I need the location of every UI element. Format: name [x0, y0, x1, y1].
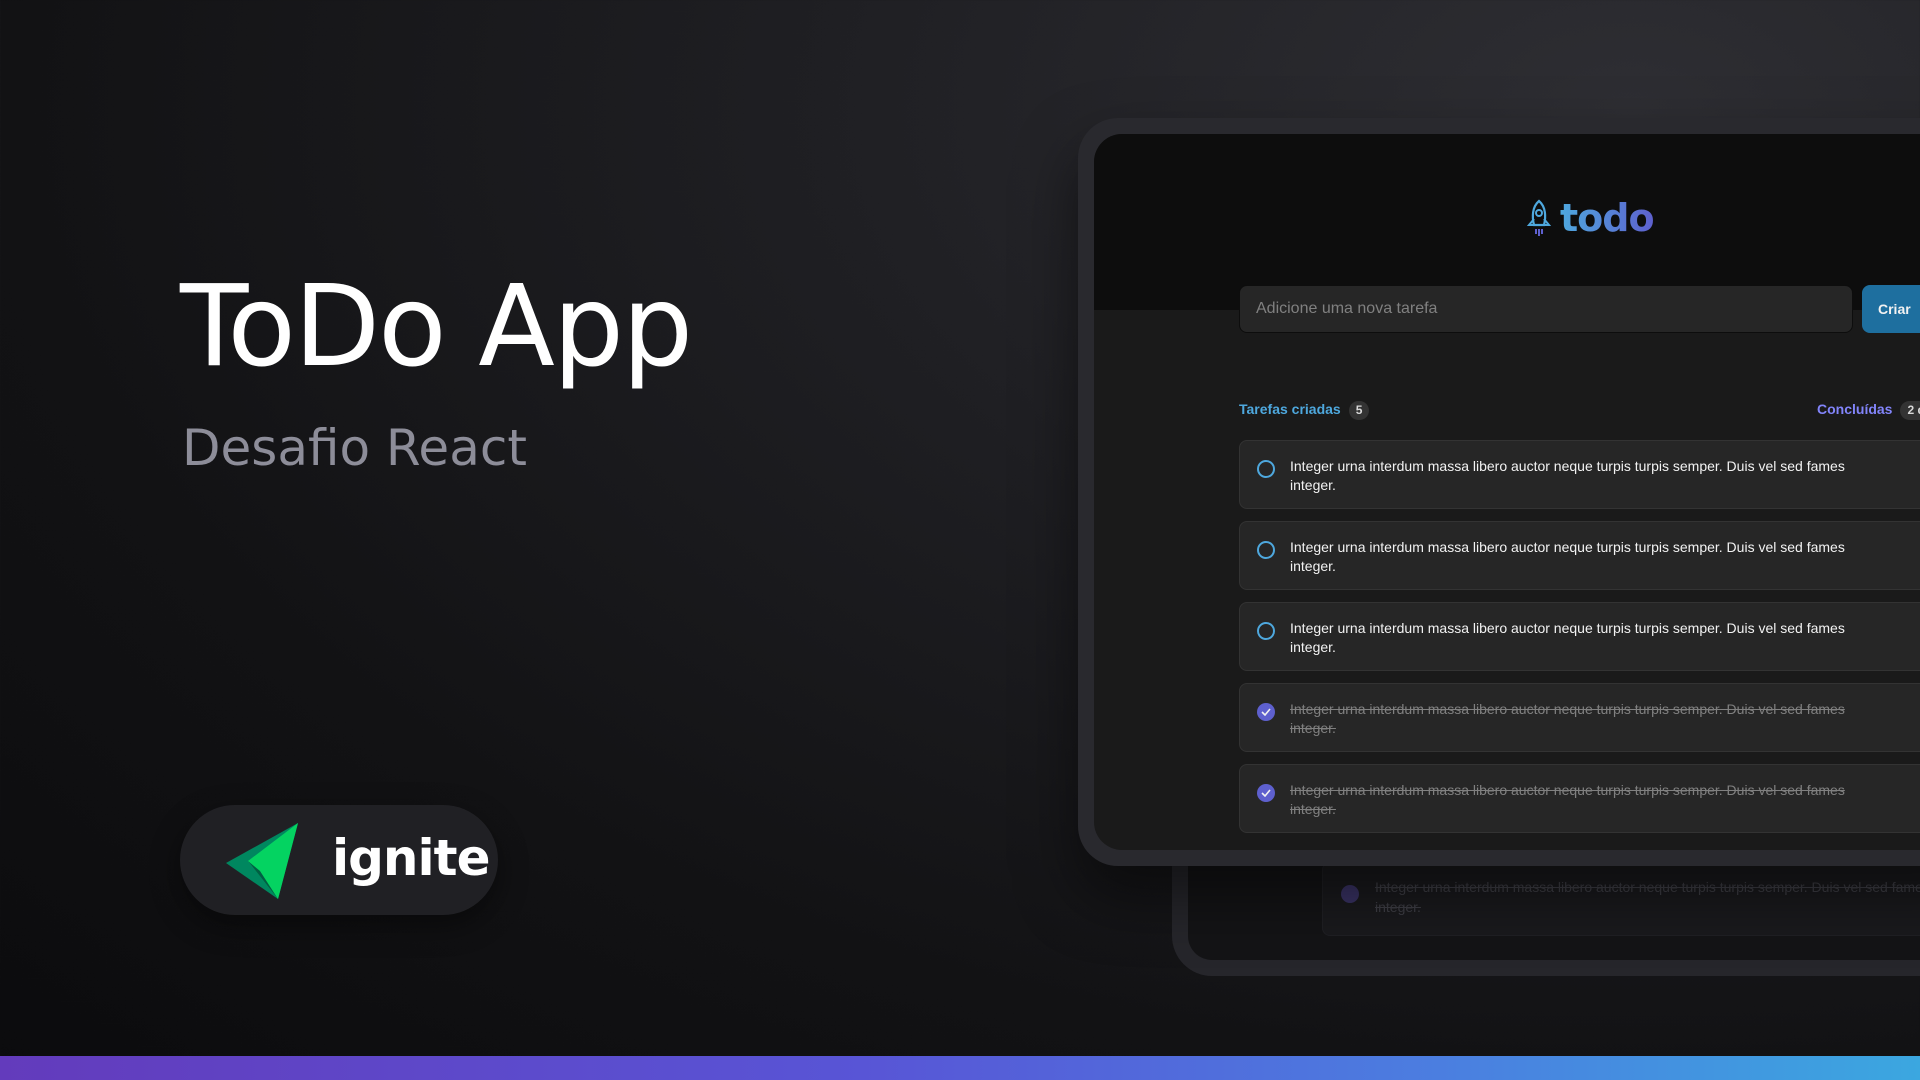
- task-text: Integer urna interdum massa libero aucto…: [1290, 782, 1845, 817]
- bottom-gradient-bar: [0, 1056, 1920, 1080]
- ghost-check-icon: [1341, 885, 1359, 903]
- task-item: Integer urna interdum massa libero aucto…: [1239, 683, 1920, 752]
- done-tasks-text: Concluídas: [1817, 401, 1893, 417]
- create-task-button[interactable]: Criar: [1862, 285, 1920, 333]
- ghost-task-text: Integer urna interdum massa libero aucto…: [1375, 879, 1920, 915]
- task-item: Integer urna interdum massa libero aucto…: [1239, 521, 1920, 590]
- device-frame: todo Criar Tarefas criadas 5 Concluídas 2 …: [1078, 118, 1920, 866]
- logo-text: todo: [1560, 196, 1655, 240]
- task-item: Integer urna interdum massa libero aucto…: [1239, 764, 1920, 833]
- ignite-logo-icon: [226, 823, 298, 899]
- task-item: Integer urna interdum massa libero aucto…: [1239, 440, 1920, 509]
- hero-title: ToDo App: [180, 262, 693, 392]
- app-header: [1094, 134, 1920, 310]
- task-text: Integer urna interdum massa libero aucto…: [1290, 539, 1845, 574]
- unchecked-circle-icon[interactable]: [1257, 541, 1275, 559]
- unchecked-circle-icon[interactable]: [1257, 460, 1275, 478]
- task-text: Integer urna interdum massa libero aucto…: [1290, 620, 1845, 655]
- unchecked-circle-icon[interactable]: [1257, 622, 1275, 640]
- check-icon[interactable]: [1257, 784, 1275, 802]
- created-tasks-label: Tarefas criadas 5: [1239, 400, 1370, 420]
- rocket-icon: [1526, 199, 1552, 236]
- done-count-badge: 2 de 5: [1900, 401, 1920, 420]
- app-screen: todo Criar Tarefas criadas 5 Concluídas 2 …: [1094, 134, 1920, 850]
- check-icon[interactable]: [1257, 703, 1275, 721]
- task-text: Integer urna interdum massa libero aucto…: [1290, 458, 1845, 493]
- ignite-brand-text: ignite: [332, 829, 490, 887]
- done-tasks-label: Concluídas 2 de 5: [1817, 400, 1920, 420]
- todo-logo: todo: [1526, 196, 1655, 240]
- new-task-input[interactable]: [1239, 285, 1853, 333]
- task-list: Integer urna interdum massa libero aucto…: [1239, 440, 1920, 845]
- task-item: Integer urna interdum massa libero aucto…: [1239, 602, 1920, 671]
- created-tasks-text: Tarefas criadas: [1239, 401, 1341, 417]
- created-count-badge: 5: [1348, 401, 1370, 420]
- ghost-task-item: Integer urna interdum massa libero aucto…: [1322, 862, 1920, 936]
- hero-subtitle: Desafio React: [182, 419, 527, 477]
- ignite-badge: ignite: [180, 805, 498, 915]
- task-text: Integer urna interdum massa libero aucto…: [1290, 701, 1845, 736]
